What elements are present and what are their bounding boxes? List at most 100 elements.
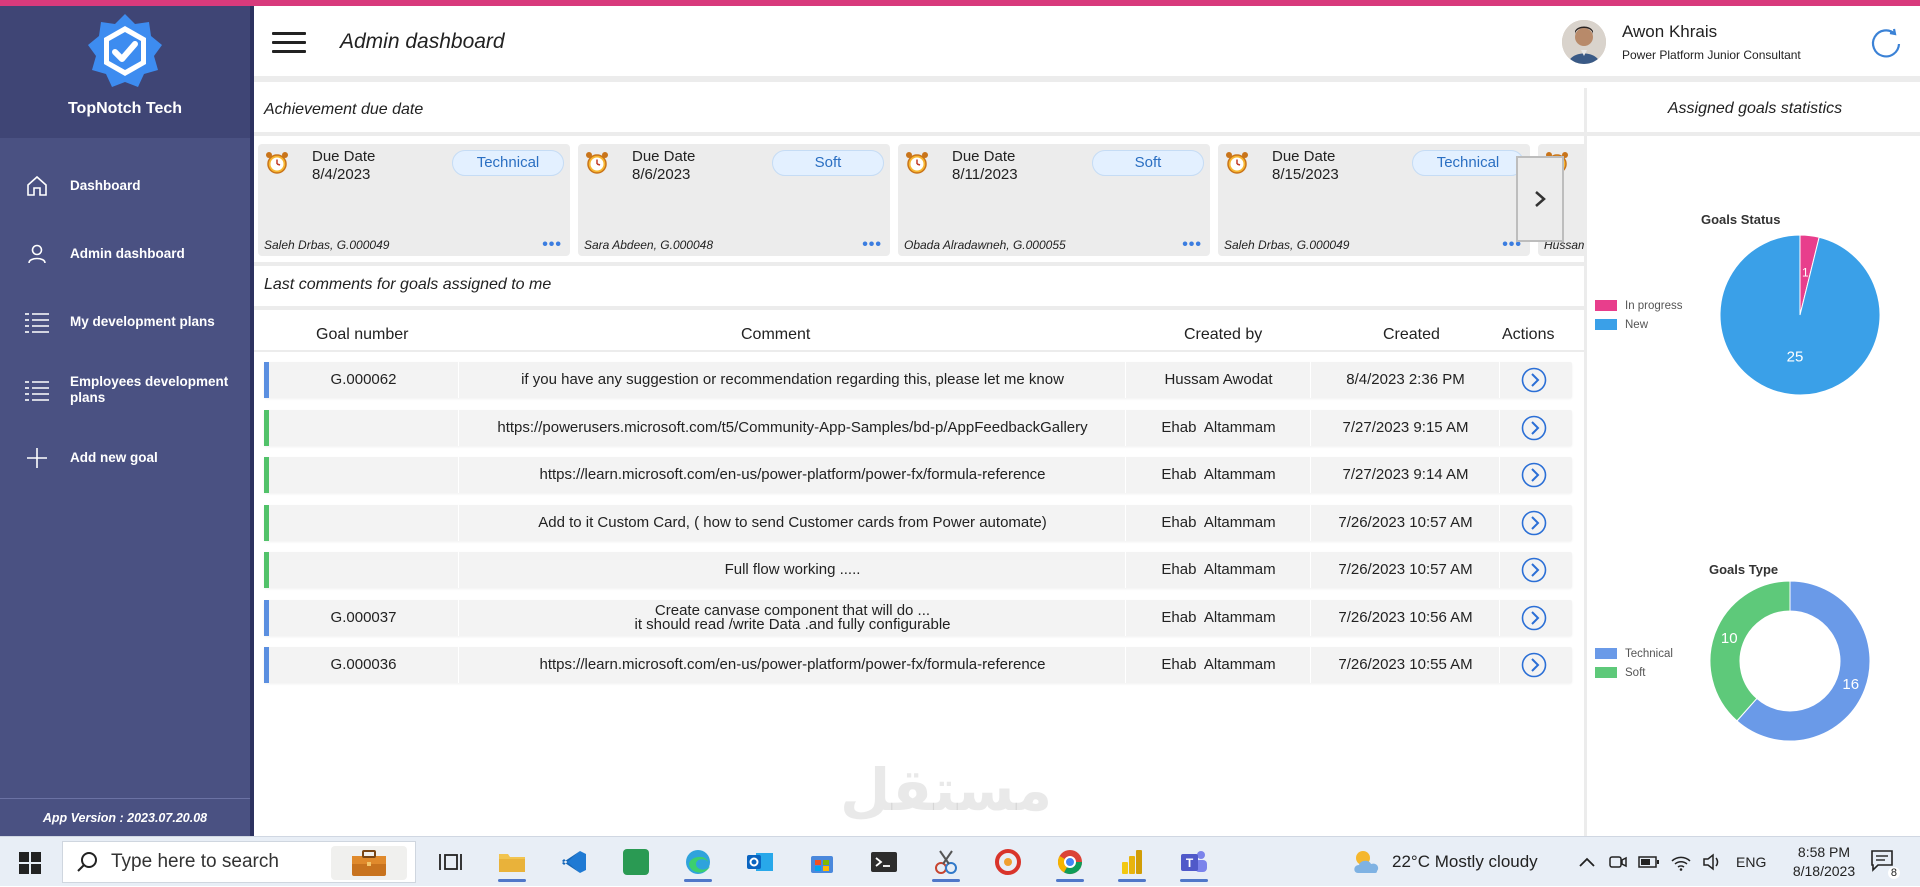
sidebar-item-employees-development-plans[interactable]: Employees development plans	[0, 356, 250, 424]
open-details-icon[interactable]	[1521, 652, 1547, 678]
legend-swatch	[1595, 300, 1617, 311]
battery-icon[interactable]	[1638, 855, 1660, 869]
due-date-value: 8/4/2023	[312, 166, 371, 183]
meet-now-icon[interactable]	[1608, 852, 1628, 872]
sidebar-item-dashboard[interactable]: Dashboard	[0, 152, 250, 220]
cell-created: 7/26/2023 10:55 AM	[1312, 647, 1500, 683]
next-card-button[interactable]	[1516, 156, 1564, 242]
legend-label: New	[1625, 318, 1649, 331]
snipping-tool-icon[interactable]	[926, 843, 966, 882]
pie-value-label: 16	[1842, 676, 1859, 693]
legend-swatch	[1595, 667, 1617, 678]
column-header-created-by: Created by	[1184, 326, 1263, 343]
achievement-card[interactable]: Due Date 8/6/2023 Soft Sara Abdeen, G.00…	[578, 144, 890, 256]
main-content: Achievement due date Due Date 8/4/2023 T…	[254, 88, 1584, 836]
cell-comment: Add to it Custom Card, ( how to send Cus…	[460, 504, 1126, 541]
cell-created-by: Ehab Altammam	[1127, 457, 1311, 493]
due-date-value: 8/6/2023	[632, 166, 691, 183]
goals-status-chart-title: Goals Status	[1701, 212, 1781, 227]
file-explorer-icon[interactable]	[492, 843, 532, 882]
achievement-card[interactable]: Due Date 8/15/2023 Technical Saleh Drbas…	[1218, 144, 1530, 256]
more-options-icon[interactable]: •••	[542, 236, 562, 254]
weather-widget[interactable]: 22°C Mostly cloudy	[1350, 837, 1538, 887]
chevron-up-icon[interactable]	[1578, 856, 1596, 868]
cell-actions	[1501, 552, 1567, 588]
taskbar-search-box[interactable]: Type here to search	[62, 841, 416, 883]
legend-label: Technical	[1625, 647, 1673, 660]
avatar	[1562, 20, 1606, 64]
app-grid-icon[interactable]	[616, 843, 656, 881]
sidebar-item-label: Dashboard	[70, 178, 141, 193]
sidebar-item-add-new-goal[interactable]: Add new goal	[0, 424, 250, 492]
cell-actions	[1501, 457, 1567, 493]
open-details-icon[interactable]	[1521, 462, 1547, 488]
cell-comment: Create canvase component that will do ..…	[460, 599, 1126, 636]
terminal-icon[interactable]	[864, 843, 904, 881]
achievement-card[interactable]: Due Date 8/4/2023 Technical Saleh Drbas,…	[258, 144, 570, 256]
pie-value-label: 25	[1787, 348, 1804, 365]
cell-actions	[1501, 647, 1567, 683]
comments-section-title: Last comments for goals assigned to me	[264, 276, 552, 293]
search-icon	[77, 852, 97, 872]
alarm-clock-icon	[1226, 152, 1248, 174]
statistics-panel: Assigned goals statistics Goals Status I…	[1584, 88, 1920, 836]
cell-goal-number	[269, 409, 459, 446]
open-details-icon[interactable]	[1521, 557, 1547, 583]
open-details-icon[interactable]	[1521, 415, 1547, 441]
cell-actions	[1501, 600, 1567, 636]
power-bi-icon[interactable]	[1112, 843, 1152, 882]
wifi-icon[interactable]	[1670, 853, 1692, 871]
open-details-icon[interactable]	[1521, 367, 1547, 393]
page-title: Admin dashboard	[340, 30, 505, 53]
teams-icon[interactable]: T	[1174, 843, 1214, 882]
cell-created-by: Ehab Altammam	[1127, 504, 1311, 541]
task-view-icon[interactable]	[430, 843, 470, 881]
open-details-icon[interactable]	[1521, 510, 1547, 536]
store-icon[interactable]	[802, 843, 842, 881]
pie-value-label: 10	[1721, 630, 1738, 647]
volume-icon[interactable]	[1702, 853, 1722, 871]
list-icon	[24, 309, 50, 335]
more-options-icon[interactable]: •••	[1182, 236, 1202, 254]
goals-status-legend: In progress New	[1595, 296, 1683, 334]
achievement-card[interactable]: Due Date 8/11/2023 Soft Obada Alradawneh…	[898, 144, 1210, 256]
hamburger-menu-icon[interactable]	[272, 32, 306, 54]
plus-icon	[24, 445, 50, 471]
section-divider	[254, 262, 1584, 266]
sidebar-item-admin-dashboard[interactable]: Admin dashboard	[0, 220, 250, 288]
notification-count: 8	[1887, 867, 1900, 879]
due-date-value: 8/11/2023	[952, 166, 1018, 183]
outlook-icon[interactable]	[740, 843, 780, 881]
column-header-actions: Actions	[1502, 326, 1555, 343]
goal-type-badge[interactable]: Soft	[772, 150, 884, 176]
windows-start-icon[interactable]	[8, 849, 52, 877]
goal-type-badge[interactable]: Technical	[1412, 150, 1524, 176]
comments-table: G.000062 if you have any suggestion or re…	[264, 362, 1572, 695]
notifications-button[interactable]: 8	[1870, 849, 1900, 879]
svg-text:T: T	[1186, 856, 1194, 870]
taskbar-clock[interactable]: 8:58 PM 8/18/2023	[1778, 843, 1870, 881]
sidebar-item-my-development-plans[interactable]: My development plans	[0, 288, 250, 356]
open-details-icon[interactable]	[1521, 605, 1547, 631]
cell-created-by: Ehab Altammam	[1127, 409, 1311, 446]
due-date-label: Due Date	[952, 148, 1016, 165]
table-row: G.000062 if you have any suggestion or re…	[264, 362, 1572, 398]
chrome-icon[interactable]	[1050, 843, 1090, 882]
edge-browser-icon[interactable]	[678, 843, 718, 882]
achievement-cards: Due Date 8/4/2023 Technical Saleh Drbas,…	[258, 144, 1584, 256]
goal-type-badge[interactable]: Technical	[452, 150, 564, 176]
refresh-icon[interactable]	[1868, 26, 1904, 62]
chevron-right-icon	[1535, 191, 1546, 207]
brand-logo-icon	[88, 14, 162, 87]
app-red-icon[interactable]	[988, 843, 1028, 881]
goal-type-badge[interactable]: Soft	[1092, 150, 1204, 176]
legend-swatch	[1595, 319, 1617, 330]
vscode-icon[interactable]	[554, 843, 594, 881]
more-options-icon[interactable]: •••	[862, 236, 882, 254]
card-assignee: Saleh Drbas, G.000049	[264, 238, 390, 252]
cell-created: 7/27/2023 9:14 AM	[1312, 457, 1500, 493]
cell-actions	[1501, 410, 1567, 446]
language-indicator[interactable]: ENG	[1736, 854, 1766, 870]
cell-created: 8/4/2023 2:36 PM	[1312, 362, 1500, 398]
table-row: Full flow working ..... Ehab Altammam 7/26…	[264, 552, 1572, 588]
